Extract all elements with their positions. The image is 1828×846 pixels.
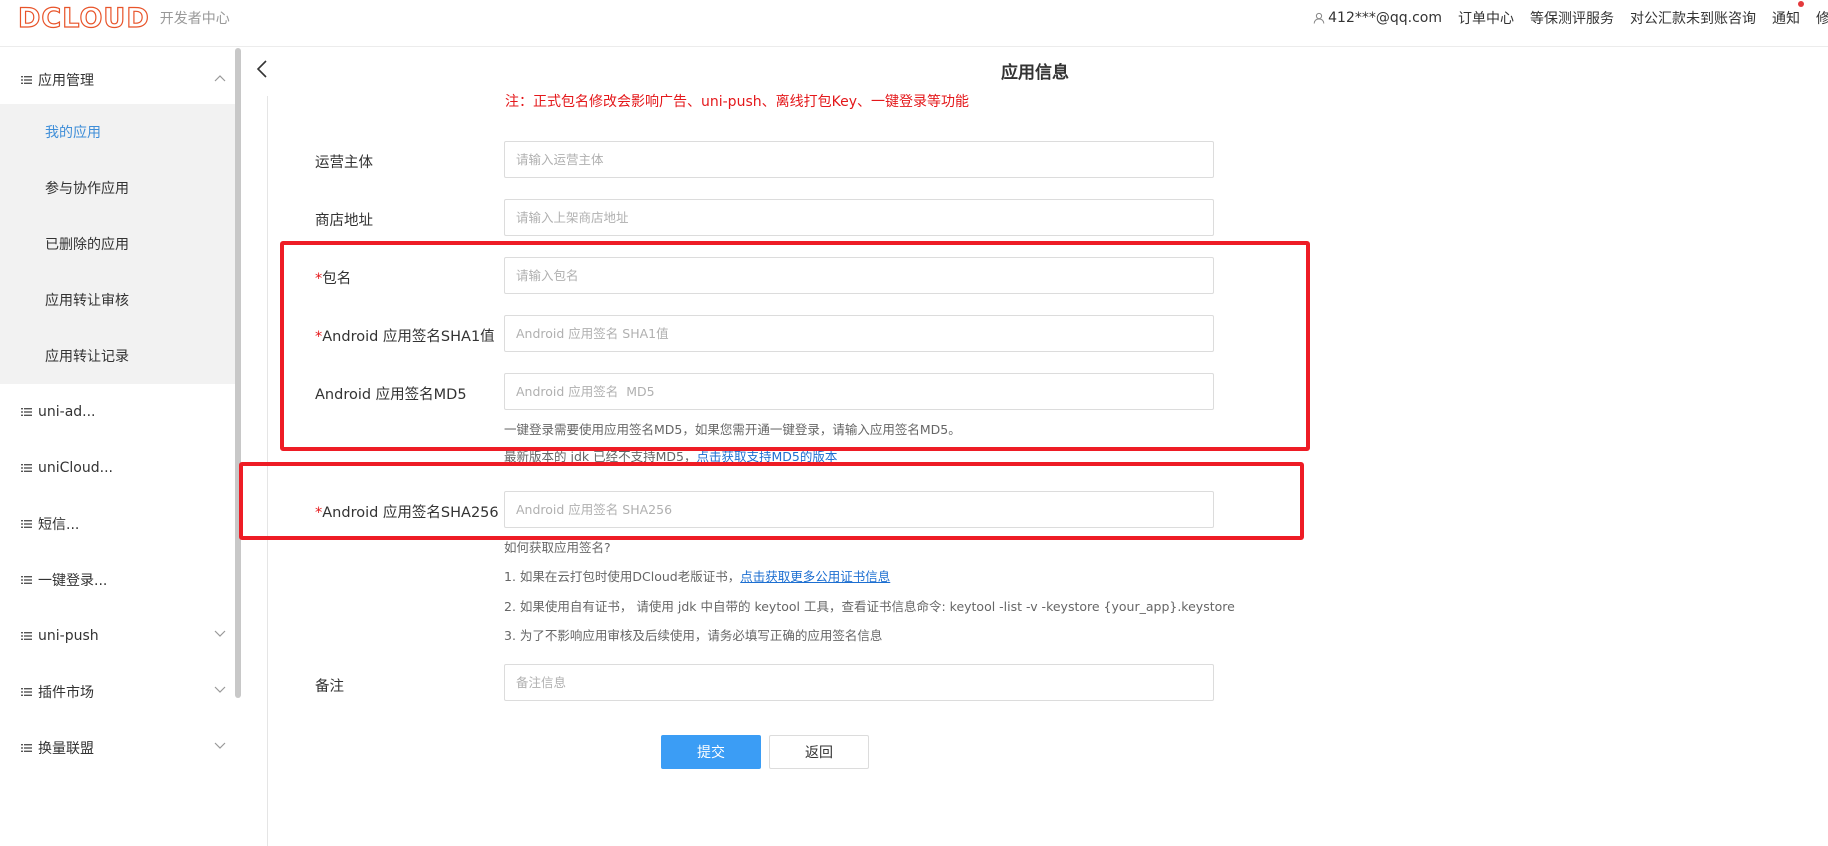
sidebar-item-traffic-alliance[interactable]: 换量联盟	[0, 720, 236, 776]
chevron-down-icon	[214, 630, 226, 637]
sidebar-submenu: 我的应用 参与协作应用 已删除的应用 应用转让审核 应用转让记录	[0, 104, 236, 384]
sidebar-item-transfer-review[interactable]: 应用转让审核	[0, 272, 236, 328]
return-button[interactable]: 返回	[769, 735, 869, 769]
top-nav: 412***@qq.com 订单中心 等保测评服务 对公汇款未到账咨询 通知 修…	[1313, 1, 1828, 28]
sidebar-item-label: 插件市场	[38, 685, 94, 701]
sidebar-scrollbar[interactable]	[235, 48, 241, 698]
list-icon	[21, 520, 32, 528]
operator-input[interactable]	[504, 141, 1214, 178]
sidebar-item-one-click-login[interactable]: 一键登录...	[0, 552, 236, 608]
chevron-up-icon	[214, 75, 226, 82]
sidebar-item-unicloud[interactable]: uniCloud...	[0, 440, 236, 496]
nav-security-eval[interactable]: 等保测评服务	[1530, 8, 1614, 28]
operator-label: 运营主体	[315, 155, 373, 171]
highlight-box-signature	[280, 241, 1310, 451]
dcloud-logo[interactable]: DCLOUD 开发者中心	[17, 2, 230, 34]
sidebar-item-sms[interactable]: 短信...	[0, 496, 236, 552]
user-account[interactable]: 412***@qq.com	[1313, 10, 1442, 26]
nav-notifications[interactable]: 通知	[1772, 1, 1804, 28]
sidebar-group-app-management[interactable]: 应用管理	[0, 52, 236, 108]
main-content: 应用信息 注：正式包名修改会影响广告、uni-push、离线打包Key、一键登录…	[239, 48, 1828, 846]
chevron-down-icon	[214, 742, 226, 749]
user-email: 412***@qq.com	[1328, 10, 1442, 26]
user-icon	[1313, 12, 1325, 24]
chevron-down-icon	[214, 686, 226, 693]
remark-label: 备注	[315, 679, 344, 695]
sidebar-item-label: 换量联盟	[38, 741, 94, 757]
list-icon	[21, 76, 32, 84]
sidebar-item-label: uni-ad...	[38, 404, 96, 420]
sidebar-item-uni-ad[interactable]: uni-ad...	[0, 384, 236, 440]
package-name-notice: 注：正式包名修改会影响广告、uni-push、离线打包Key、一键登录等功能	[505, 94, 969, 110]
tip-2: 2. 如果使用自有证书， 请使用 jdk 中自带的 keytool 工具，查看证…	[504, 599, 1235, 614]
sidebar-group-label: 应用管理	[38, 73, 94, 89]
sidebar-item-transfer-log[interactable]: 应用转让记录	[0, 328, 236, 384]
highlight-box-sha256	[239, 462, 1304, 540]
top-header: DCLOUD 开发者中心 412***@qq.com 订单中心 等保测评服务 对…	[0, 0, 1828, 47]
sidebar-item-plugin-market[interactable]: 插件市场	[0, 664, 236, 720]
sidebar-item-label: 短信...	[38, 517, 80, 533]
remark-input[interactable]	[504, 664, 1214, 701]
sidebar-item-label: uniCloud...	[38, 460, 113, 476]
sidebar-item-my-apps[interactable]: 我的应用	[0, 104, 236, 160]
store-address-label: 商店地址	[315, 213, 373, 229]
sidebar-item-deleted-apps[interactable]: 已删除的应用	[0, 216, 236, 272]
store-address-input[interactable]	[504, 199, 1214, 236]
nav-orders[interactable]: 订单中心	[1458, 8, 1514, 28]
list-icon	[21, 408, 32, 416]
notification-dot	[1798, 1, 1804, 7]
nav-modify[interactable]: 修改	[1816, 8, 1828, 28]
page-title: 应用信息	[1001, 63, 1069, 83]
sidebar: 应用管理 我的应用 参与协作应用 已删除的应用 应用转让审核 应用转让记录 un…	[0, 48, 236, 792]
nav-remittance[interactable]: 对公汇款未到账咨询	[1630, 8, 1756, 28]
sidebar-item-label: uni-push	[38, 628, 99, 644]
list-icon	[21, 464, 32, 472]
submit-button[interactable]: 提交	[661, 735, 761, 769]
tip-3: 3. 为了不影响应用审核及后续使用，请务必填写正确的应用签名信息	[504, 628, 883, 643]
sidebar-item-label: 一键登录...	[38, 573, 108, 589]
list-icon	[21, 632, 32, 640]
logo-text: DCLOUD	[17, 2, 150, 34]
sidebar-item-collab-apps[interactable]: 参与协作应用	[0, 160, 236, 216]
tip-1: 1. 如果在云打包时使用DCloud老版证书，点击获取更多公用证书信息	[504, 566, 890, 585]
notifications-label: 通知	[1772, 11, 1800, 27]
public-cert-link[interactable]: 点击获取更多公用证书信息	[740, 569, 890, 584]
list-icon	[21, 688, 32, 696]
logo-subtitle: 开发者中心	[159, 11, 230, 27]
tip-1-text: 1. 如果在云打包时使用DCloud老版证书，	[504, 569, 741, 584]
list-icon	[21, 744, 32, 752]
sidebar-item-uni-push[interactable]: uni-push	[0, 608, 236, 664]
list-icon	[21, 576, 32, 584]
